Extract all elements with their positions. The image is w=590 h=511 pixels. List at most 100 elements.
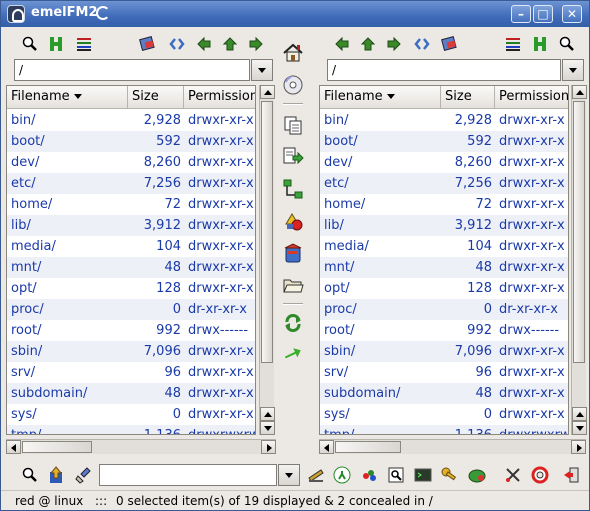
- app-icon[interactable]: [7, 5, 25, 23]
- bookmark-icon[interactable]: [441, 35, 459, 53]
- scroll-up-button[interactable]: [572, 407, 587, 421]
- file-row[interactable]: root/992 drwx------: [320, 320, 568, 341]
- file-row[interactable]: proc/0 dr-xr-xr-x: [7, 299, 255, 320]
- find-icon[interactable]: [21, 35, 39, 53]
- bookmark-icon[interactable]: [139, 35, 157, 53]
- scroll-up-button[interactable]: [260, 407, 275, 421]
- file-row[interactable]: subdomain/48 drwxr-xr-x: [7, 383, 255, 404]
- view-file-icon[interactable]: [387, 466, 405, 484]
- file-row[interactable]: opt/128 drwxr-xr-x: [7, 278, 255, 299]
- exit-icon[interactable]: [562, 466, 580, 484]
- tools-icon[interactable]: [504, 466, 522, 484]
- right-horizontal-scrollbar[interactable]: [319, 439, 586, 454]
- file-row[interactable]: etc/7,256 drwxr-xr-x: [320, 173, 568, 194]
- left-path-dropdown-button[interactable]: [251, 59, 273, 81]
- left-horizontal-scrollbar[interactable]: [6, 439, 276, 454]
- file-row[interactable]: dev/8,260 drwxr-xr-x: [7, 152, 255, 173]
- forward-arrow-icon[interactable]: [247, 35, 265, 53]
- permissions-icon[interactable]: [281, 209, 305, 233]
- color-palette-icon[interactable]: [360, 466, 378, 484]
- right-path-field[interactable]: [327, 59, 561, 81]
- scroll-right-button[interactable]: [261, 440, 276, 454]
- command-field[interactable]: [99, 464, 277, 486]
- col-header-permission[interactable]: Permission: [184, 86, 255, 109]
- scroll-thumb[interactable]: [261, 101, 273, 363]
- sync-panes-icon[interactable]: [413, 35, 431, 53]
- col-header-filename[interactable]: Filename: [320, 86, 441, 109]
- command-input[interactable]: [100, 465, 276, 485]
- home-icon[interactable]: [281, 41, 305, 65]
- col-header-size[interactable]: Size: [441, 86, 495, 109]
- help-lifebuoy-icon[interactable]: [531, 466, 549, 484]
- scroll-left-button[interactable]: [6, 440, 21, 454]
- maximize-button[interactable]: □: [533, 5, 553, 23]
- scroll-up-button[interactable]: [260, 85, 275, 99]
- scroll-thumb[interactable]: [22, 441, 92, 453]
- file-row[interactable]: home/72 drwxr-xr-x: [320, 194, 568, 215]
- file-row[interactable]: proc/0 dr-xr-xr-x: [320, 299, 568, 320]
- close-button[interactable]: ✕: [562, 5, 582, 23]
- file-row[interactable]: boot/592 drwxr-xr-x: [7, 131, 255, 152]
- file-row[interactable]: sbin/7,096 drwxr-xr-x: [7, 341, 255, 362]
- file-row[interactable]: dev/8,260 drwxr-xr-x: [320, 152, 568, 173]
- clear-brush-icon[interactable]: [75, 466, 93, 484]
- sync-panes-icon[interactable]: [168, 35, 186, 53]
- cd-drive-icon[interactable]: [281, 73, 305, 97]
- pen-icon[interactable]: [307, 466, 325, 484]
- right-vertical-scrollbar[interactable]: [571, 85, 587, 435]
- key-icon[interactable]: [441, 466, 459, 484]
- find-icon[interactable]: [558, 35, 576, 53]
- scroll-down-button[interactable]: [572, 421, 587, 435]
- file-row[interactable]: sys/0 drwxr-xr-x: [320, 404, 568, 425]
- run-icon[interactable]: [333, 466, 351, 484]
- file-row[interactable]: subdomain/48 drwxr-xr-x: [320, 383, 568, 404]
- copy-icon[interactable]: [281, 113, 305, 137]
- right-file-list[interactable]: Filename Size Permissions bin/2,928 drwxr…: [319, 85, 569, 435]
- swap-panes-icon[interactable]: [281, 343, 305, 367]
- file-row[interactable]: home/72 drwxr-xr-x: [7, 194, 255, 215]
- file-row[interactable]: media/104 drwxr-xr-x: [320, 236, 568, 257]
- command-dropdown-button[interactable]: [278, 464, 300, 486]
- terminal-icon[interactable]: [414, 466, 432, 484]
- file-row[interactable]: tmp/1,136 drwxrwxrwt: [320, 425, 568, 434]
- forward-arrow-icon[interactable]: [385, 35, 403, 53]
- left-path-input[interactable]: [15, 60, 249, 80]
- filter-lines-icon[interactable]: [75, 35, 93, 53]
- scroll-thumb[interactable]: [573, 101, 585, 363]
- file-row[interactable]: bin/2,928 drwxr-xr-x: [7, 110, 255, 131]
- file-row[interactable]: lib/3,912 drwxr-xr-x: [320, 215, 568, 236]
- file-row[interactable]: mnt/48 drwxr-xr-x: [320, 257, 568, 278]
- title-bar[interactable]: emelFM2 – □ ✕: [1, 1, 589, 27]
- file-row[interactable]: sbin/7,096 drwxr-xr-x: [320, 341, 568, 362]
- up-arrow-icon[interactable]: [359, 35, 377, 53]
- scroll-down-button[interactable]: [260, 421, 275, 435]
- scroll-left-button[interactable]: [319, 440, 334, 454]
- file-row[interactable]: root/992 drwx------: [7, 320, 255, 341]
- col-header-size[interactable]: Size: [128, 86, 184, 109]
- file-row[interactable]: lib/3,912 drwxr-xr-x: [7, 215, 255, 236]
- left-file-list[interactable]: Filename Size Permission bin/2,928 drwxr-…: [6, 85, 256, 435]
- mount-icon[interactable]: [468, 466, 486, 484]
- minimize-button[interactable]: –: [511, 5, 531, 23]
- filter-lines-icon[interactable]: [504, 35, 522, 53]
- file-row[interactable]: tmp/1,136 drwxrwxrwt: [7, 425, 255, 434]
- file-row[interactable]: srv/96 drwxr-xr-x: [7, 362, 255, 383]
- upload-icon[interactable]: [47, 466, 65, 484]
- scroll-thumb[interactable]: [335, 441, 401, 453]
- move-icon[interactable]: [281, 145, 305, 169]
- hidden-files-icon[interactable]: [47, 35, 65, 53]
- folder-open-icon[interactable]: [281, 273, 305, 297]
- file-row[interactable]: opt/128 drwxr-xr-x: [320, 278, 568, 299]
- right-path-input[interactable]: [328, 60, 560, 80]
- scroll-up-button[interactable]: [572, 85, 587, 99]
- find-icon[interactable]: [21, 466, 39, 484]
- up-arrow-icon[interactable]: [221, 35, 239, 53]
- file-row[interactable]: sys/0 drwxr-xr-x: [7, 404, 255, 425]
- file-row[interactable]: mnt/48 drwxr-xr-x: [7, 257, 255, 278]
- file-row[interactable]: srv/96 drwxr-xr-x: [320, 362, 568, 383]
- refresh-icon[interactable]: [281, 311, 305, 335]
- right-path-dropdown-button[interactable]: [562, 59, 584, 81]
- file-row[interactable]: bin/2,928 drwxr-xr-x: [320, 110, 568, 131]
- link-icon[interactable]: [281, 177, 305, 201]
- file-row[interactable]: boot/592 drwxr-xr-x: [320, 131, 568, 152]
